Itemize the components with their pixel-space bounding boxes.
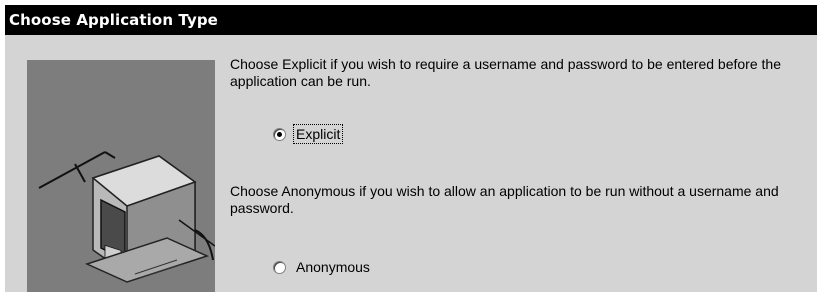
computer-drawing <box>38 151 215 283</box>
anonymous-description: Choose Anonymous if you wish to allow an… <box>230 183 779 216</box>
computer-illustration-icon <box>27 60 215 292</box>
anonymous-radio-label[interactable]: Anonymous <box>294 258 372 276</box>
wizard-dialog: Choose Application Type Choose Explicit … <box>5 5 817 292</box>
radio-dot <box>277 131 282 137</box>
dialog-title: Choose Application Type <box>9 11 218 29</box>
anonymous-radio-option[interactable]: Anonymous <box>273 258 372 276</box>
explicit-description: Choose Explicit if you wish to require a… <box>230 56 781 89</box>
explicit-radio-label[interactable]: Explicit <box>292 124 344 144</box>
explicit-radio-option[interactable]: Explicit <box>273 124 344 144</box>
radio-selected-icon[interactable] <box>273 127 286 141</box>
content-panel: Choose Explicit if you wish to require a… <box>230 5 817 292</box>
radio-unselected-icon[interactable] <box>273 260 286 274</box>
